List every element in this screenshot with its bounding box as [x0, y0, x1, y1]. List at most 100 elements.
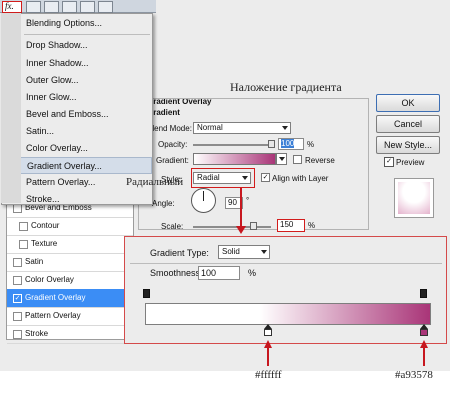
- fx-toolbar: fx.: [0, 0, 156, 13]
- style-checkbox[interactable]: [13, 330, 22, 339]
- angle-needle: [203, 191, 204, 201]
- align-checkbox[interactable]: ✓: [261, 173, 270, 182]
- style-checkbox[interactable]: [13, 312, 22, 321]
- scale-value: 150: [280, 220, 294, 229]
- folder-icon[interactable]: [62, 1, 77, 13]
- style-list-item[interactable]: ✓ Gradient Overlay: [7, 289, 133, 308]
- fx-button[interactable]: fx.: [2, 1, 22, 13]
- style-list-label: Color Overlay: [25, 275, 74, 284]
- style-list-label: Texture: [31, 239, 58, 248]
- scale-slider-track[interactable]: [193, 226, 271, 228]
- fx-menu-item[interactable]: Satin...: [2, 123, 152, 140]
- style-connector-arrow: [236, 226, 246, 234]
- opacity-slider-thumb[interactable]: [268, 140, 275, 148]
- style-checkbox[interactable]: [19, 240, 28, 249]
- fx-menu-item-label: Gradient Overlay...: [27, 161, 102, 171]
- gradient-type-label: Gradient Type:: [150, 248, 209, 258]
- style-list-item[interactable]: Satin: [7, 253, 133, 272]
- chevron-down-icon: [242, 176, 248, 180]
- fx-menu-item[interactable]: Inner Glow...: [2, 89, 152, 106]
- fx-menu-item-label: Pattern Overlay...: [26, 177, 96, 187]
- gradient-picker[interactable]: [193, 153, 276, 165]
- reverse-label: Reverse: [305, 156, 335, 165]
- preview-checkbox[interactable]: ✓: [384, 157, 394, 167]
- trash-icon[interactable]: [98, 1, 113, 13]
- opacity-value: 100: [281, 139, 295, 148]
- pink-hex-label: #a93578: [395, 369, 433, 381]
- style-list-item[interactable]: Pattern Overlay: [7, 307, 133, 326]
- pink-arrow-line: [423, 346, 425, 366]
- gradient-type-select[interactable]: Solid: [218, 245, 270, 259]
- fx-menu-item[interactable]: Bevel and Emboss...: [2, 106, 152, 123]
- blend-mode-value: Normal: [197, 123, 223, 132]
- smoothness-unit: %: [248, 268, 257, 278]
- fx-menu-item-label: Blending Options...: [26, 18, 103, 28]
- fx-menu-item[interactable]: Stroke...: [2, 191, 152, 208]
- blend-mode-select[interactable]: Normal: [193, 122, 291, 134]
- gradient-dropdown-button[interactable]: [276, 153, 287, 165]
- fx-menu-item[interactable]: Drop Shadow...: [2, 37, 152, 54]
- color-stop-white[interactable]: [264, 329, 272, 336]
- new-style-button[interactable]: New Style...: [376, 136, 440, 154]
- opacity-stop-right[interactable]: [420, 289, 427, 298]
- align-label: Align with Layer: [272, 174, 329, 183]
- angle-label: Angle:: [152, 199, 175, 208]
- white-arrow-head: [264, 340, 272, 348]
- fx-menu-item-label: Outer Glow...: [26, 75, 79, 85]
- angle-dial[interactable]: [191, 188, 216, 213]
- scale-unit: %: [308, 221, 316, 230]
- chevron-down-icon: [282, 126, 288, 130]
- gradient-bar[interactable]: [145, 303, 431, 325]
- smoothness-input[interactable]: 100: [198, 266, 240, 280]
- smoothness-label: Smoothness:: [150, 268, 203, 278]
- gradient-type-value: Solid: [222, 247, 240, 256]
- adjustment-icon[interactable]: [44, 1, 59, 13]
- opacity-slider-track[interactable]: [193, 144, 271, 146]
- style-checkbox[interactable]: ✓: [13, 294, 22, 303]
- preview-gradient: [398, 182, 430, 214]
- reverse-checkbox[interactable]: [293, 155, 302, 164]
- blend-mode-label: Blend Mode:: [147, 124, 192, 133]
- style-checkbox[interactable]: [13, 276, 22, 285]
- pink-arrow-head: [420, 340, 428, 348]
- smoothness-value: 100: [201, 268, 217, 278]
- scale-slider-thumb[interactable]: [250, 222, 257, 230]
- opacity-stop-left[interactable]: [143, 289, 150, 298]
- fx-menu-item[interactable]: Color Overlay...: [2, 140, 152, 157]
- style-select[interactable]: Radial: [193, 172, 251, 184]
- ok-button[interactable]: OK: [376, 94, 440, 112]
- style-checkbox[interactable]: [19, 222, 28, 231]
- style-checkbox[interactable]: [13, 258, 22, 267]
- angle-unit: °: [246, 196, 250, 205]
- style-list-item[interactable]: Texture: [7, 235, 133, 254]
- editor-divider: [130, 263, 442, 264]
- fx-menu-item[interactable]: Blending Options...: [2, 15, 152, 32]
- style-list-label: Stroke: [25, 329, 49, 338]
- angle-value: 90: [228, 198, 237, 207]
- cancel-button[interactable]: Cancel: [376, 115, 440, 133]
- style-list-item[interactable]: Contour: [7, 217, 133, 236]
- gradient-label: Gradient:: [156, 156, 189, 165]
- opacity-unit: %: [307, 140, 315, 149]
- fx-menu-item-label: Inner Shadow...: [26, 58, 89, 68]
- style-list-item[interactable]: Color Overlay: [7, 271, 133, 290]
- opacity-input[interactable]: 100: [278, 138, 304, 150]
- color-stop-pink[interactable]: [420, 329, 428, 336]
- fx-menu-item[interactable]: Inner Shadow...: [2, 55, 152, 72]
- fx-menu-item[interactable]: Outer Glow...: [2, 72, 152, 89]
- style-list-label: Gradient Overlay: [25, 293, 86, 302]
- preview-label: Preview: [396, 158, 425, 167]
- fx-menu-item-label: Color Overlay...: [26, 143, 88, 153]
- fx-menu-item-label: Satin...: [26, 126, 55, 136]
- white-arrow-line: [267, 346, 269, 366]
- mask-icon[interactable]: [26, 1, 41, 13]
- opacity-label: Opacity:: [158, 140, 188, 149]
- scale-input[interactable]: 150: [277, 219, 305, 232]
- style-list-item[interactable]: Stroke: [7, 325, 133, 344]
- new-layer-icon[interactable]: [80, 1, 95, 13]
- style-connector-line: [240, 188, 242, 228]
- fx-menu-item-label: Drop Shadow...: [26, 40, 88, 50]
- fx-menu-item[interactable]: Gradient Overlay...: [2, 157, 152, 174]
- white-hex-label: #ffffff: [255, 369, 282, 381]
- chevron-down-icon: [261, 250, 267, 254]
